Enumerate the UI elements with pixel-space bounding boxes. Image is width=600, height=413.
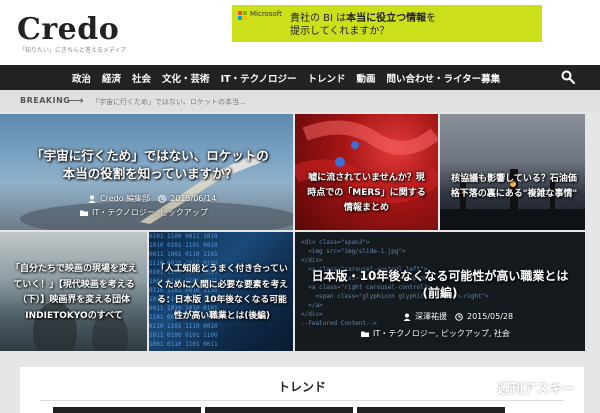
breaking-label: BREAKING — [20, 96, 71, 105]
microsoft-logo-icon — [238, 11, 247, 20]
featured-article-rocket[interactable]: 「宇宙に行くため」ではない、ロケットの本当の役割を知っていますか？ Credo … — [0, 114, 293, 230]
nav-item-video[interactable]: 動画 — [357, 71, 376, 85]
article-title[interactable]: 日本版・10年後なくなる可能性が高い職業とは(前編) — [307, 268, 573, 302]
article-title[interactable]: 核協議も影響している？石油価格下落の裏にある"複雑な事情" — [448, 172, 580, 202]
arrow-right-icon: ⟶ — [68, 94, 84, 107]
article-author[interactable]: Credo 編集部 — [100, 193, 150, 204]
article-categories[interactable]: IT・テクノロジー, ピックアップ, 社会 — [373, 328, 510, 339]
featured-article-jobs[interactable]: <div class="span3"> <img src="img/slide-… — [295, 232, 585, 351]
user-icon — [403, 313, 411, 321]
nav-item-society[interactable]: 社会 — [132, 71, 151, 85]
article-author[interactable]: 深澤祐援 — [415, 311, 447, 322]
nav-item-economy[interactable]: 経済 — [102, 71, 121, 85]
article-title[interactable]: 「人工知能とうまく付き合っていくために人間に必要な要素を考える：日本版 10年後… — [155, 262, 289, 324]
main-nav: 政治 経済 社会 文化・芸術 IT・テクノロジー トレンド 動画 問い合わせ・ラ… — [0, 65, 600, 90]
article-category-meta: IT・テクノロジー, ピックアップ, 社会 — [361, 328, 510, 339]
site-logo[interactable]: Credo — [17, 13, 119, 47]
ad-banner[interactable]: Microsoft 貴社の BI は本当に役立つ情報を 提示してくれますか？ — [232, 5, 542, 42]
nav-item-politics[interactable]: 政治 — [72, 71, 91, 85]
article-author-meta: Credo 編集部 2015/06/14 — [88, 193, 216, 204]
trend-thumbnail[interactable] — [205, 407, 353, 413]
featured-article-ai[interactable]: 0101 1100 0011 1010 1010 0101 1101 0010 … — [149, 232, 293, 351]
article-category-meta: IT・テクノロジー, ピックアップ — [80, 207, 208, 218]
article-date: 2015/06/14 — [170, 194, 217, 203]
ad-text: 貴社の BI は本当に役立つ情報を 提示してくれますか？ — [290, 13, 437, 37]
user-icon — [88, 195, 96, 203]
site-tagline: 「知りたい」にきちんと答えるメディア — [19, 47, 127, 54]
trend-thumbnail[interactable] — [357, 407, 505, 413]
article-categories[interactable]: IT・テクノロジー, ピックアップ — [92, 207, 208, 218]
featured-article-cinema[interactable]: 「自分たちで映画の現場を変えていく！」【現代映画を考える（下）】映画界を変える団… — [0, 232, 147, 351]
nav-item-contact[interactable]: 問い合わせ・ライター募集 — [387, 71, 501, 85]
featured-article-oil[interactable]: 核協議も影響している？石油価格下落の裏にある"複雑な事情" — [440, 114, 585, 230]
trend-thumbnail[interactable] — [53, 407, 201, 413]
site-header: Credo 「知りたい」にきちんと答えるメディア Microsoft 貴社の B… — [0, 0, 600, 65]
watermark: 週刊アスキー — [497, 382, 576, 397]
nav-item-it-tech[interactable]: IT・テクノロジー — [221, 71, 297, 85]
article-title[interactable]: 嘘に流されていませんか？現時点での「MERS」に関する情報まとめ — [305, 171, 428, 216]
breaking-bar: BREAKING ⟶ 「宇宙に行くため」ではない、ロケットの本当... — [0, 90, 600, 112]
divider — [40, 400, 564, 401]
folder-icon — [361, 331, 369, 337]
clock-icon — [455, 312, 463, 321]
search-icon[interactable] — [561, 70, 575, 84]
article-title[interactable]: 「自分たちで映画の現場を変えていく！」【現代映画を考える（下）】映画界を変える団… — [8, 262, 140, 324]
clock-icon — [158, 194, 166, 203]
article-title[interactable]: 「宇宙に行くため」ではない、ロケットの本当の役割を知っていますか？ — [30, 147, 270, 183]
featured-article-mers[interactable]: 嘘に流されていませんか？現時点での「MERS」に関する情報まとめ — [295, 114, 438, 230]
article-date: 2015/05/28 — [467, 312, 514, 321]
article-author-meta: 深澤祐援 2015/05/28 — [403, 311, 513, 322]
folder-icon — [80, 210, 88, 216]
breaking-headline[interactable]: 「宇宙に行くため」ではない、ロケットの本当... — [92, 97, 246, 107]
nav-item-culture[interactable]: 文化・芸術 — [162, 71, 210, 85]
nav-item-trend[interactable]: トレンド — [308, 71, 346, 85]
ad-brand: Microsoft — [250, 10, 282, 18]
